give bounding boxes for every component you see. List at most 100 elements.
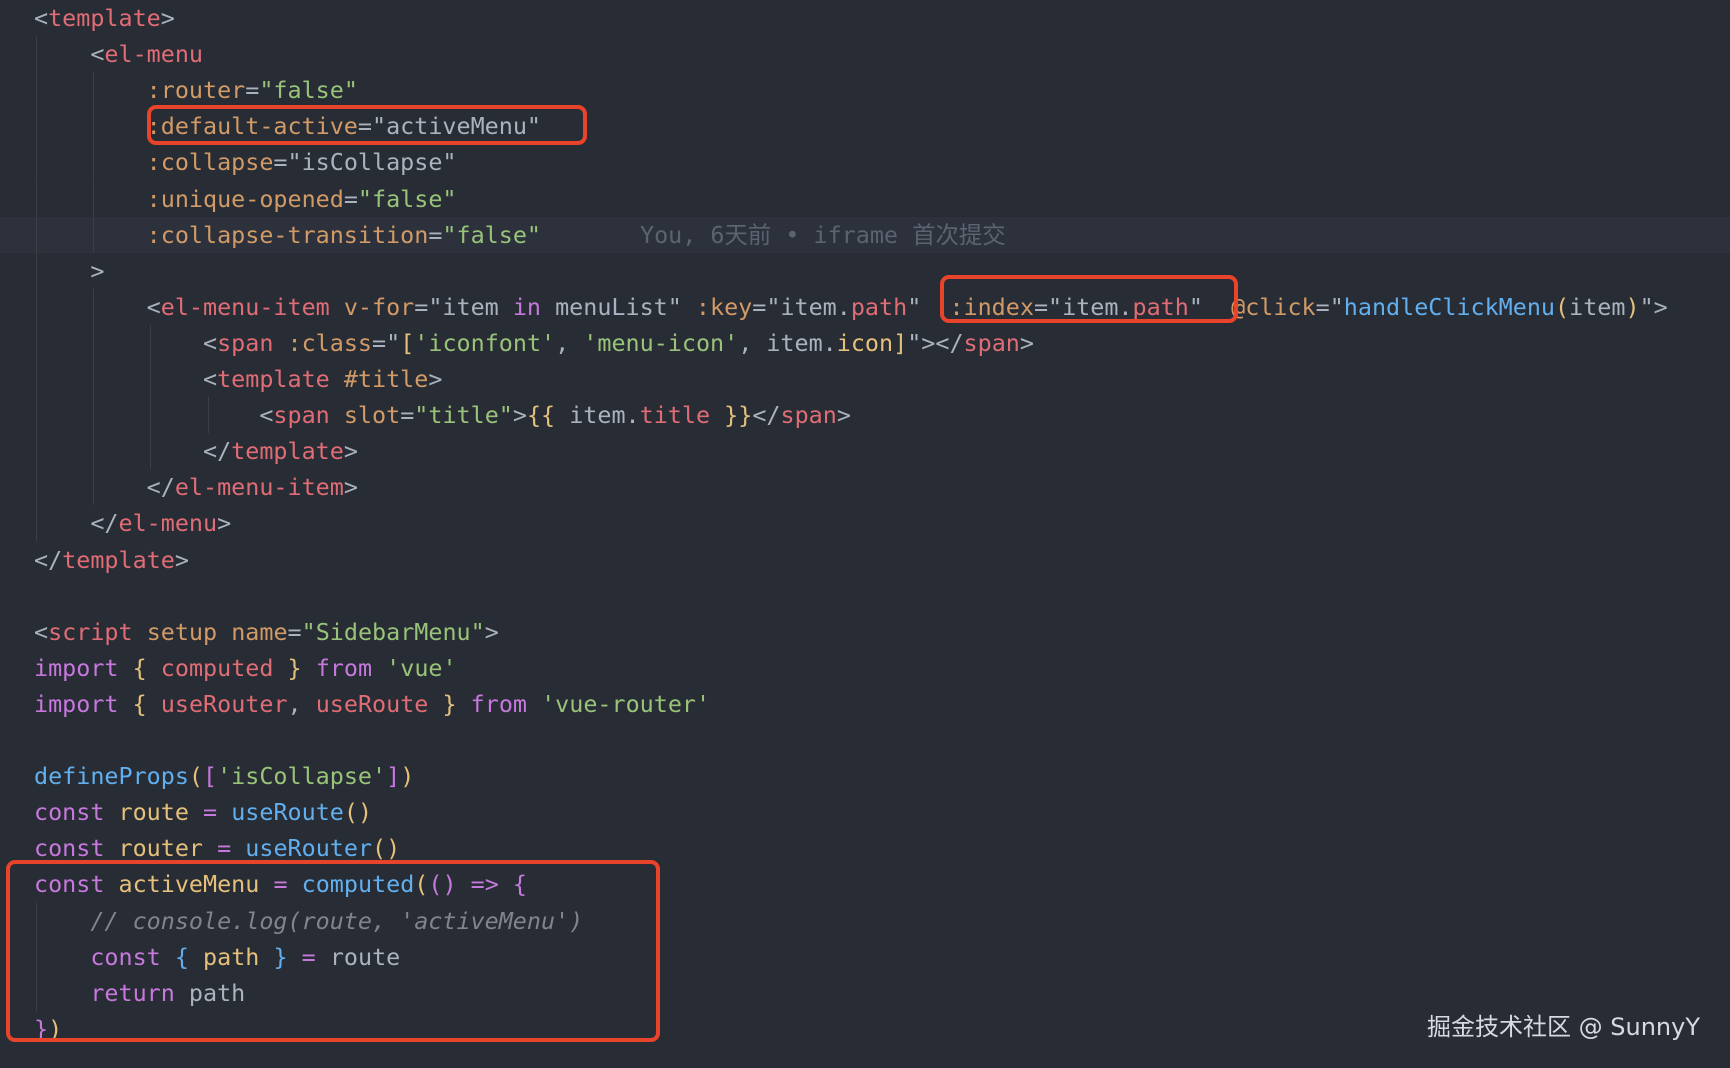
code-line: return path	[0, 974, 1730, 1011]
code-token: @click	[1231, 292, 1316, 321]
code-token: ="	[372, 328, 401, 357]
code-line: <template #title>	[0, 361, 1730, 397]
code-token: (	[188, 762, 203, 791]
code-token: span	[273, 401, 330, 430]
code-line: const { path } = route	[0, 938, 1730, 975]
code-token: }}	[724, 401, 753, 430]
code-token: {	[174, 942, 189, 971]
code-token: >	[512, 401, 527, 430]
code-token: return	[34, 978, 175, 1007]
code-token: <	[34, 40, 105, 69]
code-token: activeMenu	[118, 870, 260, 899]
code-line: :router="false"	[0, 72, 1730, 109]
code-token: handleClickMenu	[1343, 292, 1556, 321]
code-token: ="item.	[1033, 292, 1133, 321]
code-token: {	[132, 653, 147, 682]
code-token: import	[34, 689, 119, 718]
code-text: </el-menu-item>	[34, 469, 358, 505]
code-token: >	[1019, 328, 1034, 357]
code-text: <script setup name="SidebarMenu">	[34, 614, 499, 650]
code-token: "false"	[357, 184, 457, 213]
code-token: defineProps	[34, 762, 189, 791]
code-token: "activeMenu"	[372, 112, 541, 141]
code-token: icon	[836, 328, 894, 357]
code-token: =	[343, 184, 358, 213]
code-token: =	[428, 220, 443, 249]
code-token: router	[118, 834, 204, 863]
code-token: 'vue'	[386, 653, 457, 682]
code-token: :unique-opened	[34, 184, 344, 213]
code-line: <el-menu-item v-for="item in menuList" :…	[0, 288, 1730, 325]
code-token: :collapse-transition	[34, 220, 429, 249]
code-token: ="item.	[752, 292, 851, 321]
code-token: </	[34, 473, 175, 502]
code-token: (	[414, 870, 429, 899]
code-token: >	[484, 617, 499, 646]
code-token: :collapse	[34, 148, 274, 177]
code-token: "	[907, 292, 950, 321]
code-token: "></	[907, 328, 964, 357]
code-token: setup	[146, 617, 218, 646]
code-line: </el-menu>	[0, 505, 1730, 542]
code-token: }	[287, 653, 302, 682]
code-text: return path	[34, 975, 245, 1011]
code-token: path	[850, 292, 908, 321]
code-token: 'isCollapse'	[217, 762, 387, 791]
code-token: useRoute	[315, 689, 429, 718]
code-token: title	[639, 401, 711, 430]
code-line: >	[0, 252, 1730, 289]
code-token: route	[118, 798, 189, 827]
code-token: ]	[893, 328, 908, 357]
code-token: el-menu-item	[174, 473, 344, 502]
code-line: :unique-opened="false"	[0, 180, 1730, 217]
code-editor[interactable]: <template> <el-menu :router="false" :def…	[0, 0, 1730, 1068]
code-token: >	[160, 4, 175, 32]
code-token: (	[1555, 292, 1570, 321]
code-token: template	[62, 545, 175, 574]
code-token: path	[203, 942, 260, 971]
watermark: 掘金技术社区 @ SunnyY	[1427, 1013, 1700, 1041]
code-token: computed	[301, 870, 415, 899]
code-token: >	[343, 437, 358, 466]
code-text: :unique-opened="false"	[34, 181, 457, 217]
code-line: <script setup name="SidebarMenu">	[0, 614, 1730, 650]
code-token: =	[217, 834, 232, 863]
code-token: const	[34, 870, 105, 899]
code-text: <span slot="title">{{ item.title }}</spa…	[34, 397, 851, 433]
code-token: :key	[695, 292, 753, 321]
code-text: const route = useRoute()	[34, 794, 372, 830]
code-token: "false"	[442, 220, 541, 249]
code-text: >	[34, 253, 104, 289]
code-text: </template>	[34, 433, 358, 469]
code-text: <template #title>	[34, 361, 442, 397]
code-token: =	[357, 112, 372, 141]
code-token: )	[48, 1014, 63, 1043]
code-line: </template>	[0, 433, 1730, 470]
code-token: useRouter	[245, 834, 373, 863]
code-token: ]	[386, 762, 401, 791]
code-token: item	[1569, 292, 1626, 321]
code-token: :router	[34, 76, 246, 105]
code-token: name	[231, 617, 288, 646]
code-text: :collapse="isCollapse"	[34, 144, 457, 180]
code-line: import { useRouter, useRoute } from 'vue…	[0, 686, 1730, 722]
code-token: [	[400, 328, 415, 357]
